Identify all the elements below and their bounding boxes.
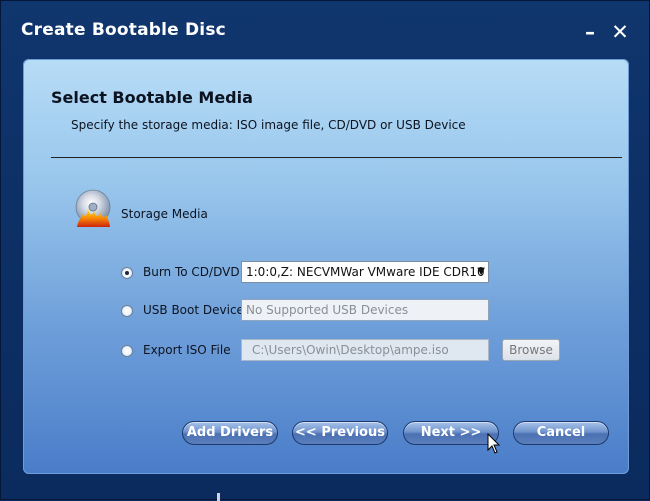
- cd-device-select[interactable]: 1:0:0,Z: NECVMWar VMware IDE CDR10 1.00 …: [241, 261, 489, 283]
- iso-radio[interactable]: [121, 345, 133, 357]
- close-button[interactable]: ✕: [608, 21, 632, 43]
- page-title: Select Bootable Media: [51, 88, 253, 107]
- add-drivers-button[interactable]: Add Drivers: [182, 421, 278, 445]
- create-bootable-disc-window: Create Bootable Disc – ✕ Select Bootable…: [0, 0, 650, 501]
- usb-label[interactable]: USB Boot Device: [143, 303, 244, 317]
- disc-flame-icon: [75, 189, 111, 227]
- browse-button[interactable]: Browse: [502, 339, 560, 361]
- burn-radio[interactable]: [121, 267, 133, 279]
- mouse-cursor-icon: [487, 433, 501, 454]
- chevron-down-icon[interactable]: ▼: [477, 262, 485, 282]
- content-panel: Select Bootable Media Specify the storag…: [23, 59, 629, 474]
- minimize-button[interactable]: –: [578, 21, 602, 43]
- title-bar[interactable]: Create Bootable Disc – ✕: [1, 1, 649, 57]
- usb-device-field: No Supported USB Devices: [241, 299, 489, 321]
- iso-label[interactable]: Export ISO File: [143, 343, 231, 357]
- usb-radio[interactable]: [121, 305, 133, 317]
- page-subtitle: Specify the storage media: ISO image fil…: [71, 118, 466, 132]
- next-button[interactable]: Next >>: [403, 421, 499, 445]
- divider: [51, 157, 622, 158]
- previous-button[interactable]: << Previous: [292, 421, 388, 445]
- cd-device-value: 1:0:0,Z: NECVMWar VMware IDE CDR10 1.00: [246, 265, 489, 279]
- storage-media-label: Storage Media: [121, 207, 208, 221]
- cancel-button[interactable]: Cancel: [513, 421, 609, 445]
- window-title: Create Bootable Disc: [21, 20, 226, 40]
- burn-label[interactable]: Burn To CD/DVD: [143, 265, 240, 279]
- iso-path-input[interactable]: C:\Users\Owin\Desktop\ampe.iso: [241, 339, 489, 361]
